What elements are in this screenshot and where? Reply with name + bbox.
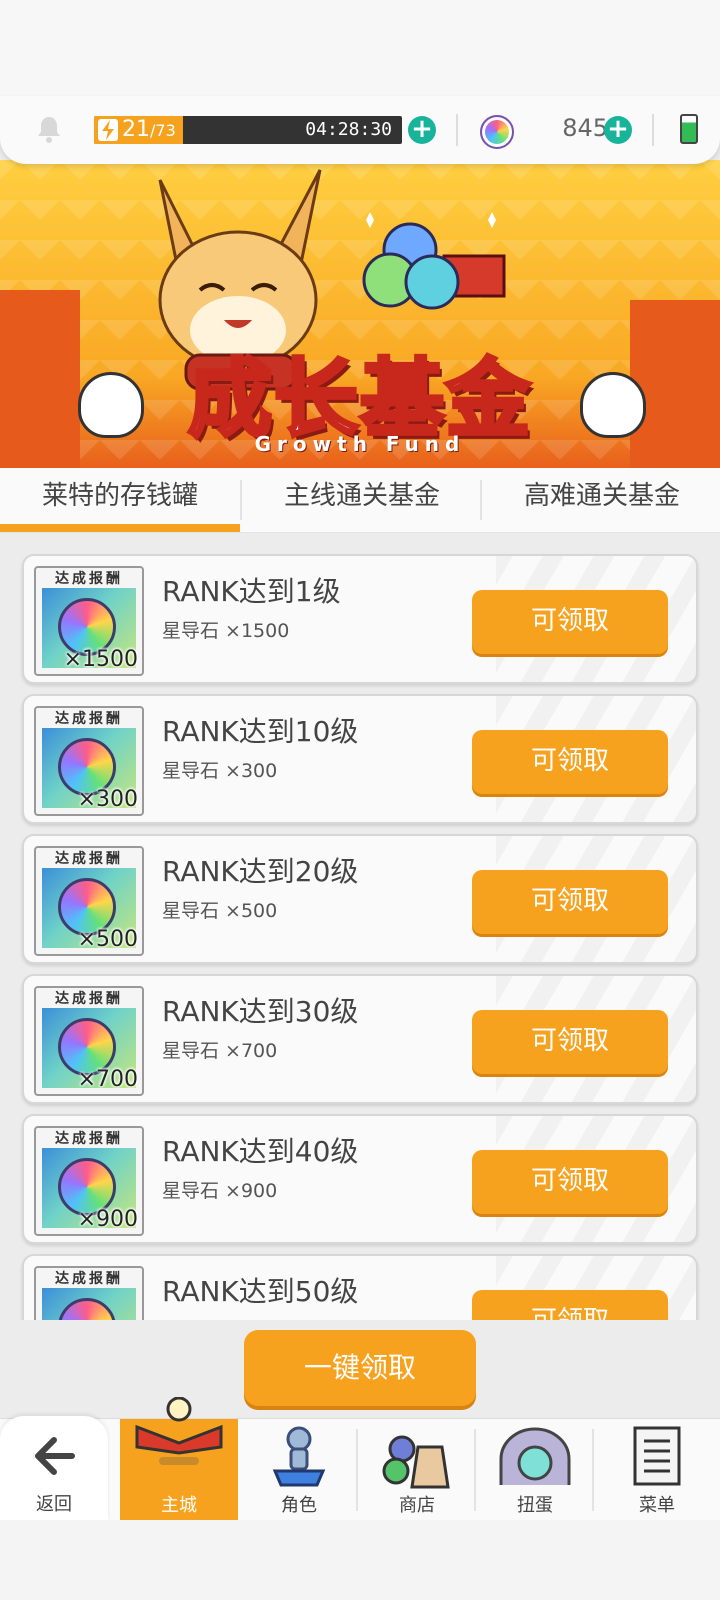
lightning-icon	[98, 119, 118, 141]
tab-hard-mode-fund[interactable]: 高难通关基金	[482, 468, 720, 532]
reward-thumbnail: 达成报酬 ×1500	[34, 566, 144, 676]
status-area	[0, 0, 720, 100]
nav-shop[interactable]: 商店	[358, 1419, 476, 1521]
item-reward: 星导石 ×700	[162, 1040, 278, 1062]
bottom-nav: 主城 角色 商店 扭蛋 菜单	[0, 1397, 720, 1521]
list-item: 达成报酬 ×1500 RANK达到1级 星导石 ×1500 可领取	[22, 554, 698, 684]
back-label: 返回	[36, 1494, 72, 1515]
claim-button[interactable]: 可领取	[472, 1150, 668, 1214]
claim-button[interactable]: 可领取	[472, 590, 668, 654]
reward-quantity: ×700	[77, 1067, 138, 1092]
back-button[interactable]: 返回	[0, 1416, 108, 1520]
stamina-value: 21/73	[122, 117, 176, 142]
reward-thumbnail: 达成报酬	[34, 1266, 144, 1320]
gacha-portal-icon	[499, 1427, 571, 1485]
claim-all-button[interactable]: 一键领取	[244, 1330, 476, 1406]
banner-subtitle: Growth Fund	[254, 432, 466, 456]
stamina-bar: 21/73 04:28:30	[94, 116, 402, 144]
star-stone-icon	[58, 1298, 116, 1320]
tab-piggy-bank[interactable]: 莱特的存钱罐	[0, 468, 240, 532]
nav-label: 角色	[281, 1495, 317, 1516]
reward-thumbnail: 达成报酬 ×900	[34, 1126, 144, 1236]
battery-icon	[680, 114, 698, 144]
item-title: RANK达到30级	[162, 995, 359, 1028]
reward-quantity: ×1500	[63, 647, 138, 672]
divider	[652, 114, 654, 146]
reward-quantity: ×900	[77, 1207, 138, 1232]
reward-header: 达成报酬	[55, 991, 123, 1007]
gem-count: 845	[562, 114, 608, 142]
nav-label: 主城	[161, 1495, 197, 1516]
nav-main-city[interactable]: 主城	[120, 1397, 238, 1521]
item-reward: 星导石 ×900	[162, 1180, 278, 1202]
reward-thumbnail: 达成报酬 ×500	[34, 846, 144, 956]
claim-button[interactable]: 可领取	[472, 1010, 668, 1074]
star-stone-icon	[480, 115, 514, 149]
reward-header: 达成报酬	[55, 711, 123, 727]
add-stamina-button[interactable]: +	[408, 116, 436, 144]
castle-icon	[135, 1397, 223, 1465]
character-statue-icon	[272, 1426, 326, 1487]
list-item: 达成报酬 RANK达到50级 可领取	[22, 1254, 698, 1320]
nav-character[interactable]: 角色	[240, 1419, 358, 1521]
bell-icon[interactable]	[34, 114, 64, 144]
menu-list-icon	[633, 1426, 681, 1486]
list-item: 达成报酬 ×700 RANK达到30级 星导石 ×700 可领取	[22, 974, 698, 1104]
reward-image	[42, 1288, 136, 1320]
nav-menu[interactable]: 菜单	[594, 1419, 720, 1521]
reward-header: 达成报酬	[55, 1131, 123, 1147]
claim-button[interactable]: 可领取	[472, 870, 668, 934]
list-item: 达成报酬 ×900 RANK达到40级 星导石 ×900 可领取	[22, 1114, 698, 1244]
gem-pile-icon	[362, 212, 506, 310]
shop-bags-icon	[382, 1435, 450, 1489]
list-item: 达成报酬 ×300 RANK达到10级 星导石 ×300 可领取	[22, 694, 698, 824]
nav-label: 菜单	[639, 1495, 675, 1516]
item-reward: 星导石 ×300	[162, 760, 278, 782]
reward-quantity: ×500	[77, 927, 138, 952]
growth-fund-banner: 成长基金 Growth Fund	[0, 160, 720, 468]
list-item: 达成报酬 ×500 RANK达到20级 星导石 ×500 可领取	[22, 834, 698, 964]
fund-tabs: 莱特的存钱罐 主线通关基金 高难通关基金	[0, 468, 720, 533]
item-title: RANK达到10级	[162, 715, 359, 748]
nav-gacha[interactable]: 扭蛋	[476, 1419, 594, 1521]
nav-label: 扭蛋	[517, 1495, 553, 1516]
reward-thumbnail: 达成报酬 ×700	[34, 986, 144, 1096]
item-reward: 星导石 ×500	[162, 900, 278, 922]
reward-list[interactable]: 达成报酬 ×1500 RANK达到1级 星导石 ×1500 可领取 达成报酬 ×…	[0, 532, 720, 1320]
reward-thumbnail: 达成报酬 ×300	[34, 706, 144, 816]
item-title: RANK达到1级	[162, 575, 341, 608]
system-nav-area	[0, 1520, 720, 1600]
nav-label: 商店	[399, 1495, 435, 1516]
item-title: RANK达到50级	[162, 1275, 359, 1308]
reward-quantity: ×300	[77, 787, 138, 812]
add-gems-button[interactable]: +	[604, 116, 632, 144]
item-reward: 星导石 ×1500	[162, 620, 290, 642]
reward-header: 达成报酬	[55, 851, 123, 867]
tab-main-story-fund[interactable]: 主线通关基金	[242, 468, 482, 532]
item-title: RANK达到40级	[162, 1135, 359, 1168]
resource-bar: 21/73 04:28:30 + 845 +	[0, 96, 720, 164]
stamina-timer: 04:28:30	[305, 119, 392, 140]
claim-button[interactable]: 可领取	[472, 1290, 668, 1320]
back-arrow-icon	[35, 1437, 75, 1475]
claim-button[interactable]: 可领取	[472, 730, 668, 794]
divider	[456, 114, 458, 146]
reward-header: 达成报酬	[55, 1271, 123, 1287]
item-title: RANK达到20级	[162, 855, 359, 888]
reward-header: 达成报酬	[55, 571, 123, 587]
